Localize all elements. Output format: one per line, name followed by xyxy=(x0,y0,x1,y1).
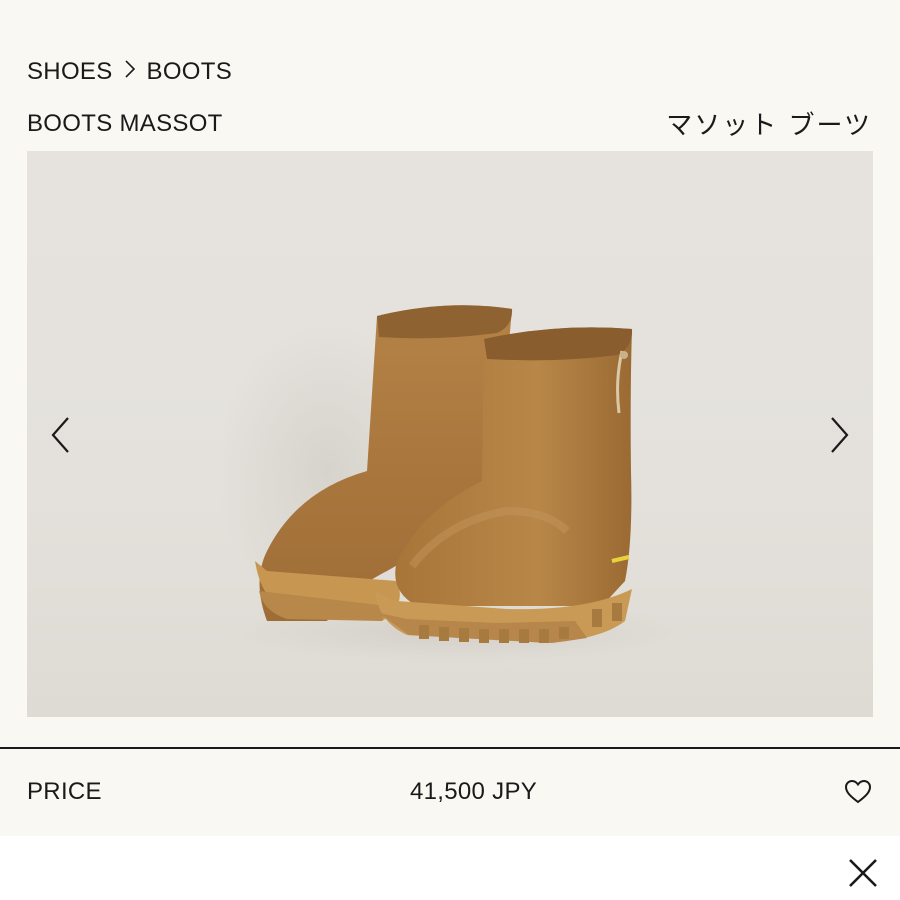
chevron-left-icon xyxy=(51,417,69,453)
next-image-button[interactable] xyxy=(819,413,859,457)
product-title-row: BOOTS MASSOT マソット ブーツ xyxy=(27,105,872,142)
price-value: 41,500 JPY xyxy=(410,778,538,805)
product-image-gallery[interactable] xyxy=(27,151,873,717)
breadcrumb: SHOES BOOTS xyxy=(27,58,232,86)
close-button[interactable] xyxy=(846,856,880,890)
previous-image-button[interactable] xyxy=(41,413,81,457)
boots-photo xyxy=(217,305,687,661)
bottom-bar xyxy=(0,836,900,900)
price-label: PRICE xyxy=(27,778,102,805)
heart-icon xyxy=(844,779,872,804)
product-title-japanese: マソット ブーツ xyxy=(666,111,872,141)
favorite-button[interactable] xyxy=(844,779,872,805)
section-divider xyxy=(0,747,900,749)
chevron-right-icon xyxy=(123,59,137,85)
price-row: PRICE 41,500 JPY xyxy=(27,778,872,806)
close-icon xyxy=(849,859,877,887)
breadcrumb-shoes[interactable]: SHOES xyxy=(27,58,113,86)
breadcrumb-boots[interactable]: BOOTS xyxy=(147,58,233,86)
chevron-right-icon xyxy=(831,417,849,453)
product-title: BOOTS MASSOT xyxy=(27,109,223,137)
